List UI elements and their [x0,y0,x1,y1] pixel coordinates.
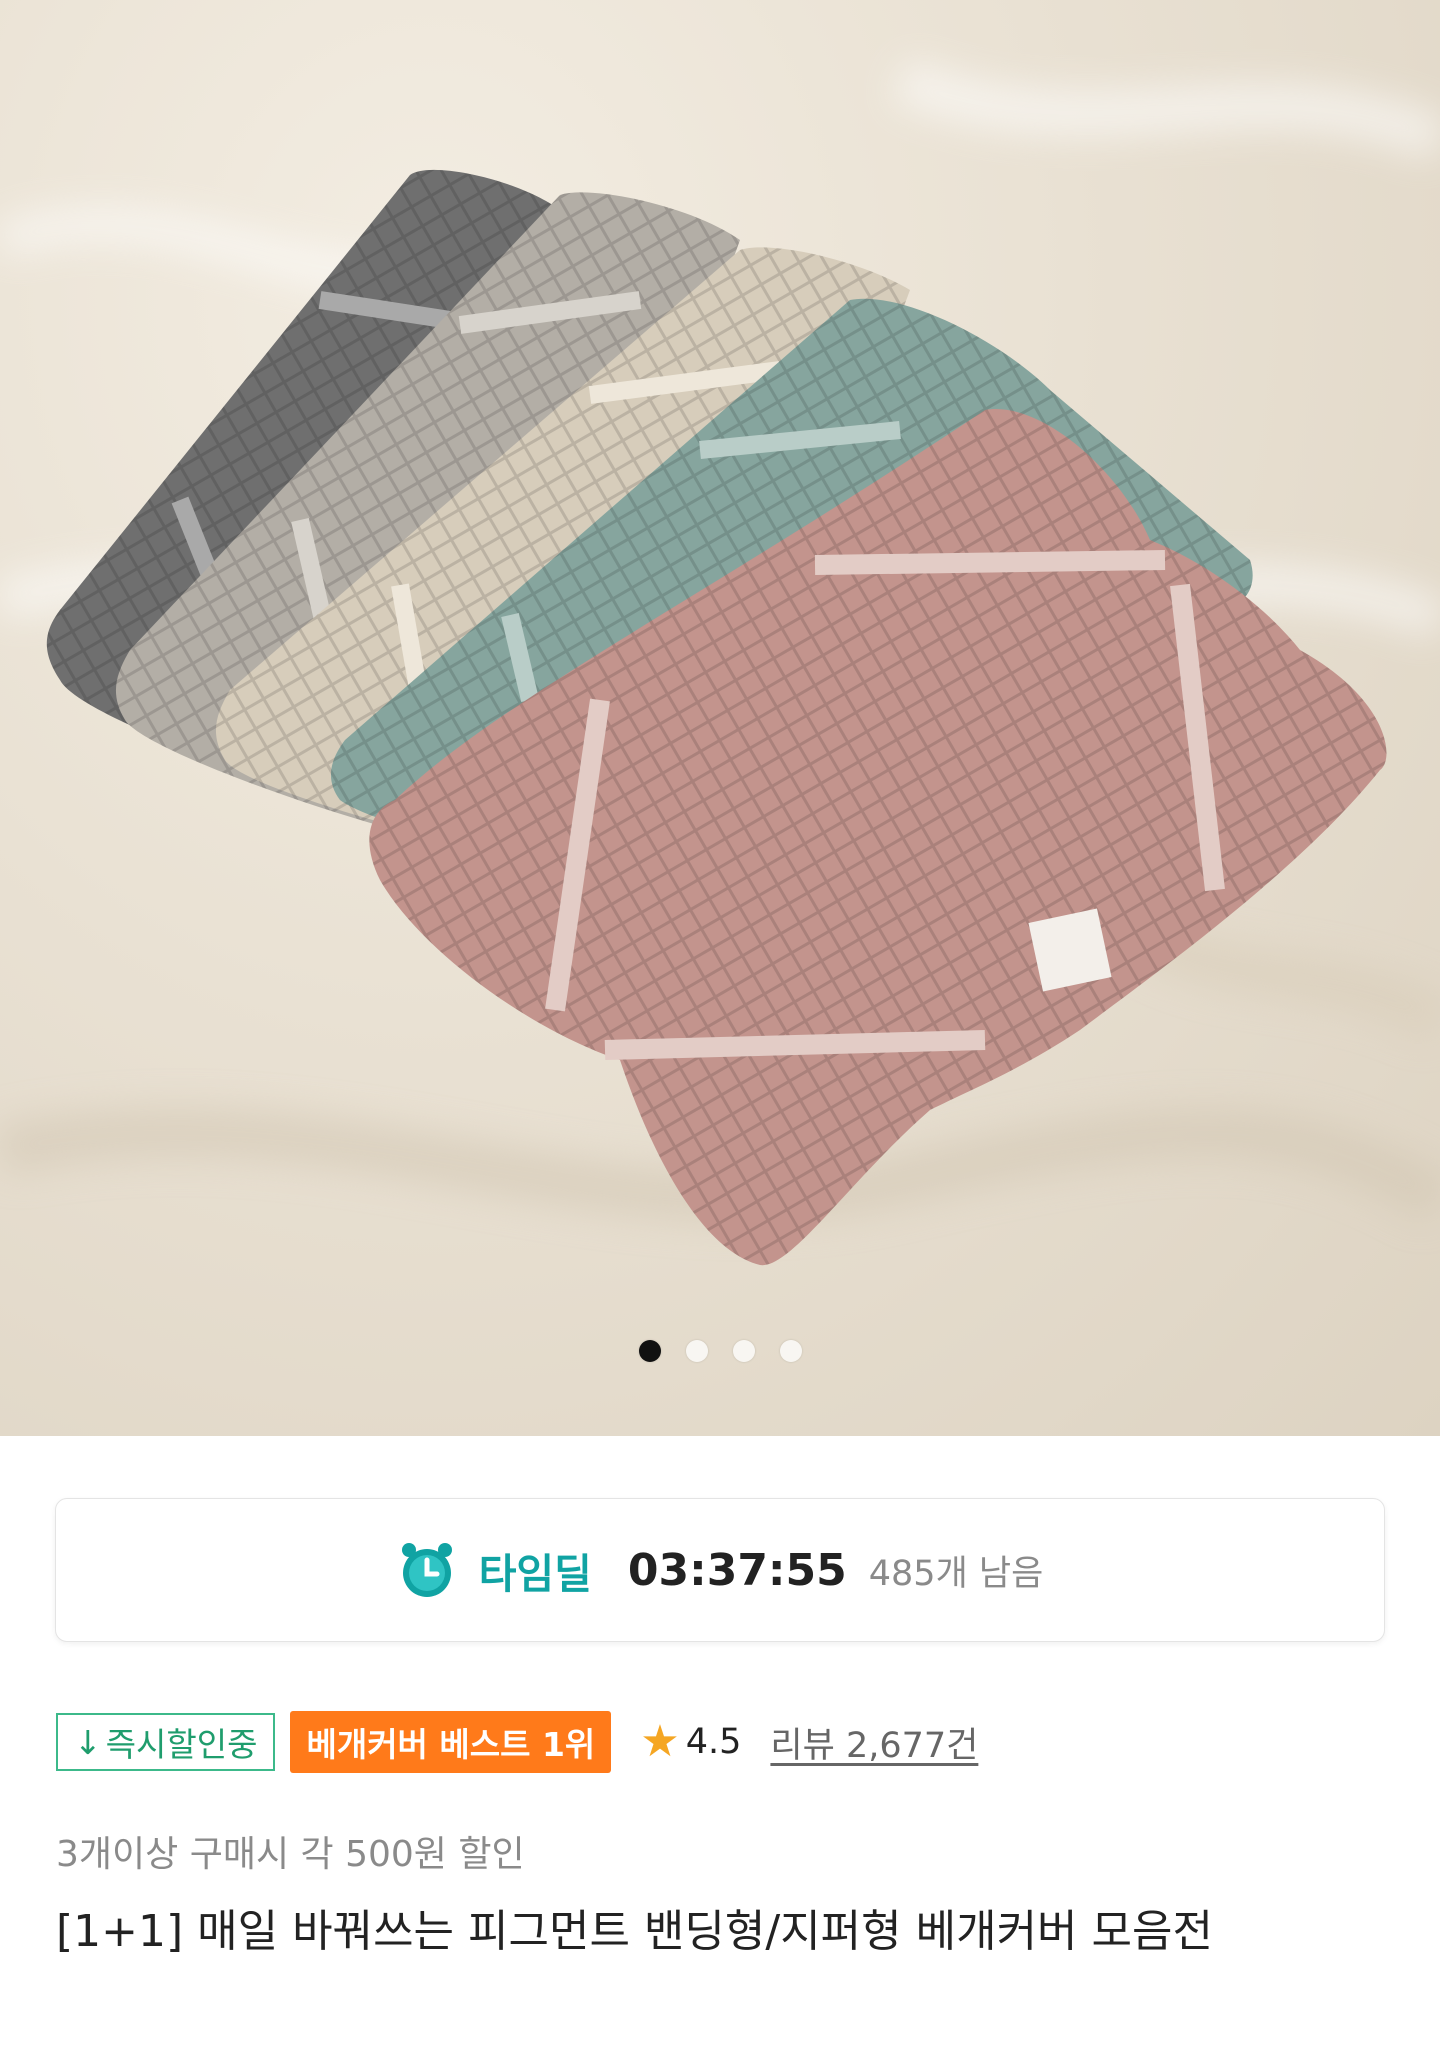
review-count-link[interactable]: 리뷰 2,677건 [770,1717,978,1768]
promo-text: 3개이상 구매시 각 500원 할인 [56,1834,525,1875]
carousel-dot[interactable] [779,1340,802,1362]
badge-row: ↓ 즉시할인중 베개커버 베스트 1위 ★ 4.5 리뷰 2,677건 [56,1711,978,1773]
stock-remaining: 485개 남음 [868,1553,1044,1594]
carousel-dot[interactable] [732,1340,755,1362]
rating: ★ 4.5 [640,1720,741,1764]
product-image-gallery[interactable] [0,0,1440,1436]
instant-discount-badge: ↓ 즉시할인중 [56,1713,276,1771]
product-photo [0,59,1440,1266]
down-arrow-icon: ↓ [74,1722,102,1762]
countdown-timer: 03:37:55 [627,1544,847,1596]
carousel-indicator[interactable] [0,1340,1440,1362]
best-seller-badge: 베개커버 베스트 1위 [290,1711,612,1773]
carousel-dot[interactable] [638,1340,661,1362]
time-deal-banner[interactable]: 타임딜 03:37:55 485개 남음 [55,1498,1385,1642]
star-icon: ★ [640,1716,680,1767]
rating-value: 4.5 [685,1722,742,1762]
product-title: [1+1] 매일 바꿔쓰는 피그먼트 밴딩형/지퍼형 베개커버 모음전 [56,1906,1213,1957]
carousel-dot[interactable] [685,1340,708,1362]
instant-discount-label: 즉시할인중 [105,1725,258,1764]
alarm-clock-icon [401,1543,452,1597]
time-deal-label: 타임딜 [478,1550,592,1598]
